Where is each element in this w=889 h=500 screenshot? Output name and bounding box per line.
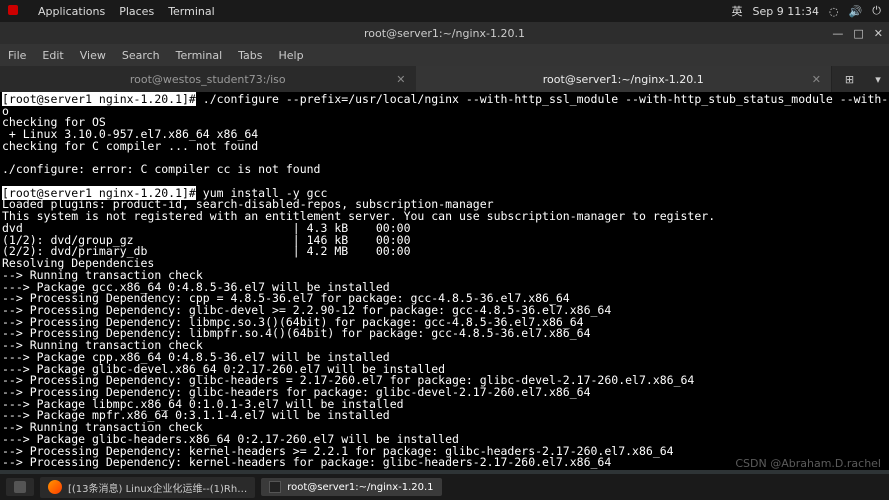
terminal-menubar: File Edit View Search Terminal Tabs Help bbox=[0, 44, 889, 66]
close-icon[interactable]: ✕ bbox=[812, 73, 821, 86]
power-icon[interactable]: ⏻ bbox=[872, 4, 881, 18]
minimize-button[interactable]: — bbox=[832, 27, 843, 40]
menu-places[interactable]: Places bbox=[119, 5, 154, 18]
tab-server1[interactable]: root@server1:~/nginx-1.20.1 ✕ bbox=[416, 66, 832, 92]
desktop-icon bbox=[14, 481, 26, 493]
taskbar-label: [(13条消息) Linux企业化运维--(1)Rh… bbox=[68, 480, 247, 495]
clock[interactable]: Sep 9 11:34 bbox=[753, 5, 819, 18]
close-icon[interactable]: ✕ bbox=[396, 73, 405, 86]
input-method-indicator[interactable]: 英 bbox=[732, 3, 743, 19]
terminal-icon bbox=[269, 481, 281, 493]
tab-label: root@westos_student73:/iso bbox=[130, 73, 286, 86]
tab-westos[interactable]: root@westos_student73:/iso ✕ bbox=[0, 66, 416, 92]
menu-terminal[interactable]: Terminal bbox=[168, 5, 215, 18]
out: --> Processing Dependency: kernel-header… bbox=[2, 455, 611, 469]
maximize-button[interactable]: □ bbox=[853, 27, 863, 40]
watermark: CSDN @Abraham.D.rachel bbox=[735, 457, 881, 470]
menu-view[interactable]: View bbox=[80, 49, 106, 62]
tab-menu-button[interactable]: ▾ bbox=[867, 66, 889, 92]
terminal-tabbar: root@westos_student73:/iso ✕ root@server… bbox=[0, 66, 889, 92]
menu-tabs[interactable]: Tabs bbox=[238, 49, 262, 62]
terminal-output[interactable]: [root@server1 nginx-1.20.1]# ./configure… bbox=[0, 92, 889, 470]
taskbar-label: root@server1:~/nginx-1.20.1 bbox=[287, 482, 433, 493]
close-button[interactable]: ✕ bbox=[874, 27, 883, 40]
new-tab-button[interactable]: ⊞ bbox=[831, 66, 867, 92]
menu-file[interactable]: File bbox=[8, 49, 26, 62]
tab-label: root@server1:~/nginx-1.20.1 bbox=[543, 73, 704, 86]
menu-search[interactable]: Search bbox=[122, 49, 160, 62]
out: checking for C compiler ... not found bbox=[2, 139, 258, 153]
menu-terminal[interactable]: Terminal bbox=[176, 49, 223, 62]
menu-help[interactable]: Help bbox=[279, 49, 304, 62]
prompt: [root@server1 nginx-1.20.1]# bbox=[2, 92, 196, 106]
taskbar: [(13条消息) Linux企业化运维--(1)Rh… root@server1… bbox=[0, 474, 889, 500]
menu-applications[interactable]: Applications bbox=[38, 5, 105, 18]
cmd: ./configure --prefix=/usr/local/nginx --… bbox=[196, 92, 889, 106]
volume-icon[interactable]: 🔊 bbox=[849, 5, 863, 18]
window-title: root@server1:~/nginx-1.20.1 bbox=[364, 27, 525, 40]
activities-icon[interactable] bbox=[8, 5, 18, 15]
show-desktop-button[interactable] bbox=[6, 478, 34, 496]
out: ./configure: error: C compiler cc is not… bbox=[2, 162, 321, 176]
firefox-icon bbox=[48, 480, 62, 494]
taskbar-terminal[interactable]: root@server1:~/nginx-1.20.1 bbox=[261, 478, 441, 496]
gnome-topbar: Applications Places Terminal 英 Sep 9 11:… bbox=[0, 0, 889, 22]
menu-edit[interactable]: Edit bbox=[42, 49, 63, 62]
window-titlebar: root@server1:~/nginx-1.20.1 — □ ✕ bbox=[0, 22, 889, 44]
taskbar-firefox[interactable]: [(13条消息) Linux企业化运维--(1)Rh… bbox=[40, 477, 255, 498]
network-icon[interactable]: ◌ bbox=[829, 5, 839, 18]
